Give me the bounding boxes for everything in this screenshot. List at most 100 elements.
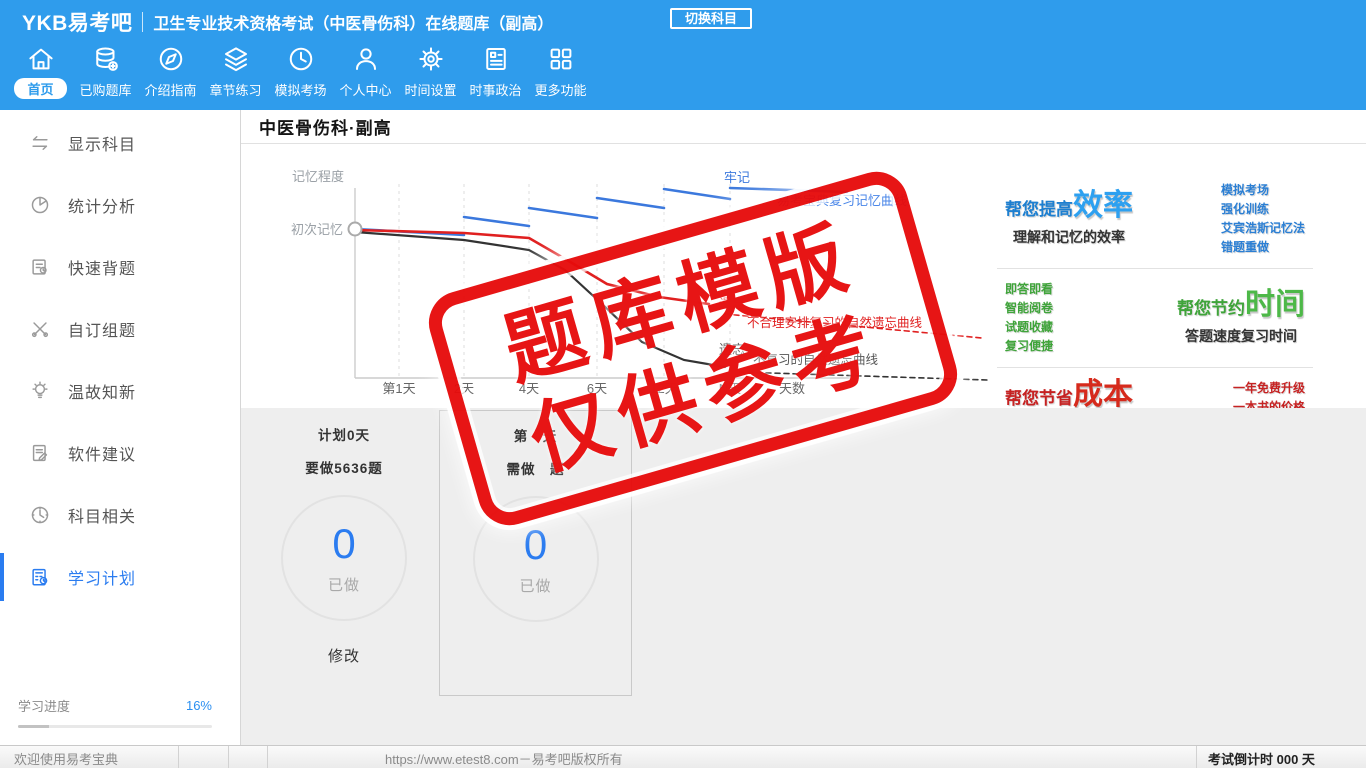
promo-section-1: 帮您提高效率 理解和记忆的效率 模拟考场 强化训练 艾宾浩斯记忆法 错题重做 (997, 170, 1313, 269)
sidebar-item-label: 自订组题 (68, 323, 137, 340)
promo-feature: 错题重做 (1220, 240, 1269, 254)
app-title: 卫生专业技术资格考试（中医骨伤科）在线题库（副高） (153, 16, 554, 33)
app-logo: YKB易考吧 (22, 12, 133, 35)
switch-subject-button[interactable]: 切换科目 (670, 8, 753, 29)
sidebar-list: 显示科目统计分析快速背题自订组题温故知新软件建议科目相关学习计划 (0, 110, 240, 608)
nav-item-4[interactable]: 章节练习 (203, 44, 268, 99)
status-divider (267, 746, 268, 768)
main-nav: 首页 已购题库 介绍指南 章节练习 模拟考场 个人中心 时间设置 时事政治 更多功能 (8, 44, 593, 99)
plan-days: 计划0天 (317, 428, 370, 443)
database-icon (91, 44, 121, 74)
sidebar: 显示科目统计分析快速背题自订组题温故知新软件建议科目相关学习计划 学习进度 16… (0, 110, 241, 746)
nav-item-label: 章节练习 (209, 83, 262, 98)
page-title: 中医骨伤科·副高 (259, 119, 392, 138)
layers-icon (221, 44, 251, 74)
tools-icon (29, 318, 51, 340)
sidebar-item-label: 软件建议 (68, 447, 137, 464)
svg-text:第1天: 第1天 (382, 381, 415, 396)
status-divider (178, 746, 179, 768)
sidebar-item-6[interactable]: 软件建议 (0, 422, 240, 484)
plan-done-label: 已做 (327, 576, 360, 594)
clock-icon (286, 44, 316, 74)
home-icon (26, 44, 56, 74)
app-header: YKB易考吧 卫生专业技术资格考试（中医骨伤科）在线题库（副高） 切换科目 首页… (0, 0, 1366, 110)
svg-text:记忆程度: 记忆程度 (292, 169, 344, 184)
sidebar-item-label: 统计分析 (68, 199, 137, 216)
news-icon (481, 44, 511, 74)
nav-item-1[interactable]: 首页 (8, 44, 73, 99)
promo-feature: 强化训练 (1220, 202, 1269, 216)
nav-item-label: 更多功能 (534, 83, 587, 98)
promo-feature: 复习便捷 (1005, 339, 1054, 353)
sidebar-item-label: 温故知新 (68, 385, 137, 402)
status-welcome: 欢迎使用易考宝典 (14, 752, 119, 767)
plan-done-circle: 0 已做 (281, 495, 407, 621)
nav-item-7[interactable]: 时间设置 (398, 44, 463, 99)
sidebar-item-1[interactable]: 显示科目 (0, 112, 240, 174)
nav-item-label: 个人中心 (339, 83, 392, 98)
subject-icon (29, 504, 51, 526)
promo-feature-list: 模拟考场强化训练艾宾浩斯记忆法 错题重做 (1221, 181, 1305, 257)
nav-item-2[interactable]: 已购题库 (73, 44, 138, 99)
study-progress: 学习进度 16% (18, 696, 212, 728)
plan-summary: 计划0天 要做5636题 0 已做 修改 (268, 424, 420, 666)
pie-chart-icon (29, 194, 51, 216)
nav-item-label: 介绍指南 (144, 83, 197, 98)
nav-item-label: 首页 (14, 78, 67, 99)
nav-item-5[interactable]: 模拟考场 (268, 44, 333, 99)
status-bar: 欢迎使用易考宝典 https://www.etest8.com－易考吧版权所有 … (0, 745, 1366, 768)
nav-item-6[interactable]: 个人中心 (333, 44, 398, 99)
progress-value: 16% (185, 698, 212, 713)
grid-icon (546, 44, 576, 74)
svg-text:初次记忆: 初次记忆 (291, 222, 343, 237)
swap-icon (29, 132, 51, 154)
plan-icon (29, 566, 51, 588)
promo-feature-list: 即答即看 智能阅卷 试题收藏 复习便捷 (1005, 280, 1053, 356)
sidebar-item-label: 快速背题 (68, 261, 137, 278)
gear-icon (416, 44, 446, 74)
sidebar-item-3[interactable]: 快速背题 (0, 236, 240, 298)
brand: YKB易考吧 卫生专业技术资格考试（中医骨伤科）在线题库（副高） (22, 7, 553, 37)
svg-text:牢记: 牢记 (724, 170, 750, 185)
plan-total-questions: 要做5636题 (305, 461, 383, 476)
plan-day-label: 已做 (519, 577, 552, 595)
progress-bar-fill (18, 725, 50, 728)
sidebar-item-7[interactable]: 科目相关 (0, 484, 240, 546)
plan-done-count: 0 (332, 519, 356, 567)
nav-item-3[interactable]: 介绍指南 (138, 44, 203, 99)
sidebar-item-5[interactable]: 温故知新 (0, 360, 240, 422)
status-copyright: https://www.etest8.com－易考吧版权所有 (385, 752, 623, 767)
nav-item-9[interactable]: 更多功能 (528, 44, 593, 99)
nav-item-8[interactable]: 时事政治 (463, 44, 528, 99)
promo-feature: 模拟考场 (1220, 183, 1269, 197)
flashcard-icon (29, 256, 51, 278)
lightbulb-icon (29, 380, 51, 402)
sidebar-item-4[interactable]: 自订组题 (0, 298, 240, 360)
nav-item-label: 模拟考场 (274, 83, 327, 98)
promo-panel: 帮您提高效率 理解和记忆的效率 模拟考场 强化训练 艾宾浩斯记忆法 错题重做 即答即看 智能阅… (997, 170, 1313, 447)
sidebar-item-2[interactable]: 统计分析 (0, 174, 240, 236)
promo-feature: 即答即看 (1005, 282, 1054, 296)
plan-section: 计划0天 要做5636题 0 已做 修改 第 天 需做 题 0 已做 (241, 408, 1366, 746)
promo-feature: 艾宾浩斯记忆法 (1220, 221, 1305, 235)
promo-section-2: 即答即看 智能阅卷 试题收藏 复习便捷 帮您节约时间 答题速度复习时间 (997, 269, 1313, 368)
sidebar-item-8[interactable]: 学习计划 (0, 546, 240, 608)
brand-divider (142, 12, 144, 32)
compass-icon (156, 44, 186, 74)
status-divider (228, 746, 229, 768)
exam-countdown: 考试倒计时 000 天 (1208, 752, 1315, 767)
nav-item-label: 时事政治 (469, 83, 522, 98)
promo-feature: 试题收藏 (1005, 320, 1054, 334)
feedback-icon (29, 442, 51, 464)
status-divider (1196, 746, 1197, 768)
promo-headline: 帮您节约时间 答题速度复习时间 (1177, 288, 1305, 345)
sidebar-item-label: 学习计划 (68, 571, 137, 588)
progress-bar (18, 725, 212, 728)
content-title-bar: 中医骨伤科·副高 (241, 110, 1366, 144)
progress-label: 学习进度 (18, 699, 71, 714)
plan-day-count: 0 (523, 520, 548, 568)
user-icon (351, 44, 381, 74)
promo-feature: 一年免费升级 (1232, 381, 1305, 395)
sidebar-item-label: 显示科目 (68, 137, 137, 154)
plan-edit-button[interactable]: 修改 (268, 645, 420, 666)
